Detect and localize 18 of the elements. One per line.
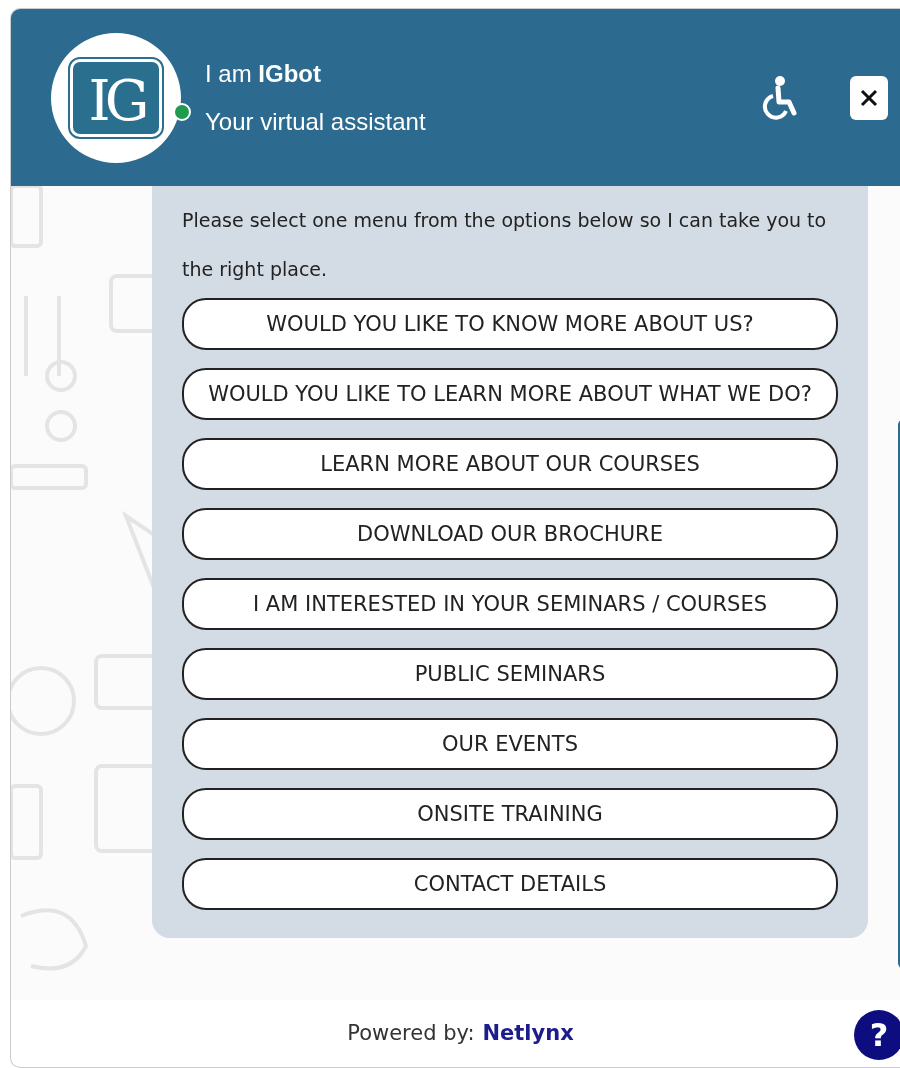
option-button[interactable]: WOULD YOU LIKE TO LEARN MORE ABOUT WHAT WE DO? [182,368,838,420]
option-button[interactable]: ONSITE TRAINING [182,788,838,840]
bot-title: I am IGbot [205,58,322,89]
logo-text: IG [70,58,162,137]
close-icon [860,88,878,107]
bot-subtitle: Your virtual assistant [205,106,427,137]
option-button[interactable]: CONTACT DETAILS [182,858,838,910]
option-button[interactable]: DOWNLOAD OUR BROCHURE [182,508,838,560]
close-button[interactable] [850,75,888,120]
powered-by-label: Powered by: [347,1019,475,1047]
option-button[interactable]: PUBLIC SEMINARS [182,648,838,700]
help-button[interactable]: ? [854,1010,900,1060]
option-button[interactable]: WOULD YOU LIKE TO KNOW MORE ABOUT US? [182,298,838,350]
bot-message: Please select one menu from the options below so I can take you to the right place. [182,208,828,282]
option-button[interactable]: LEARN MORE ABOUT OUR COURSES [182,438,838,490]
brand-link[interactable]: Netlynx [482,1017,574,1050]
option-button[interactable]: I AM INTERESTED IN YOUR SEMINARS / COURSES [182,578,838,630]
option-button[interactable]: OUR EVENTS [182,718,838,770]
